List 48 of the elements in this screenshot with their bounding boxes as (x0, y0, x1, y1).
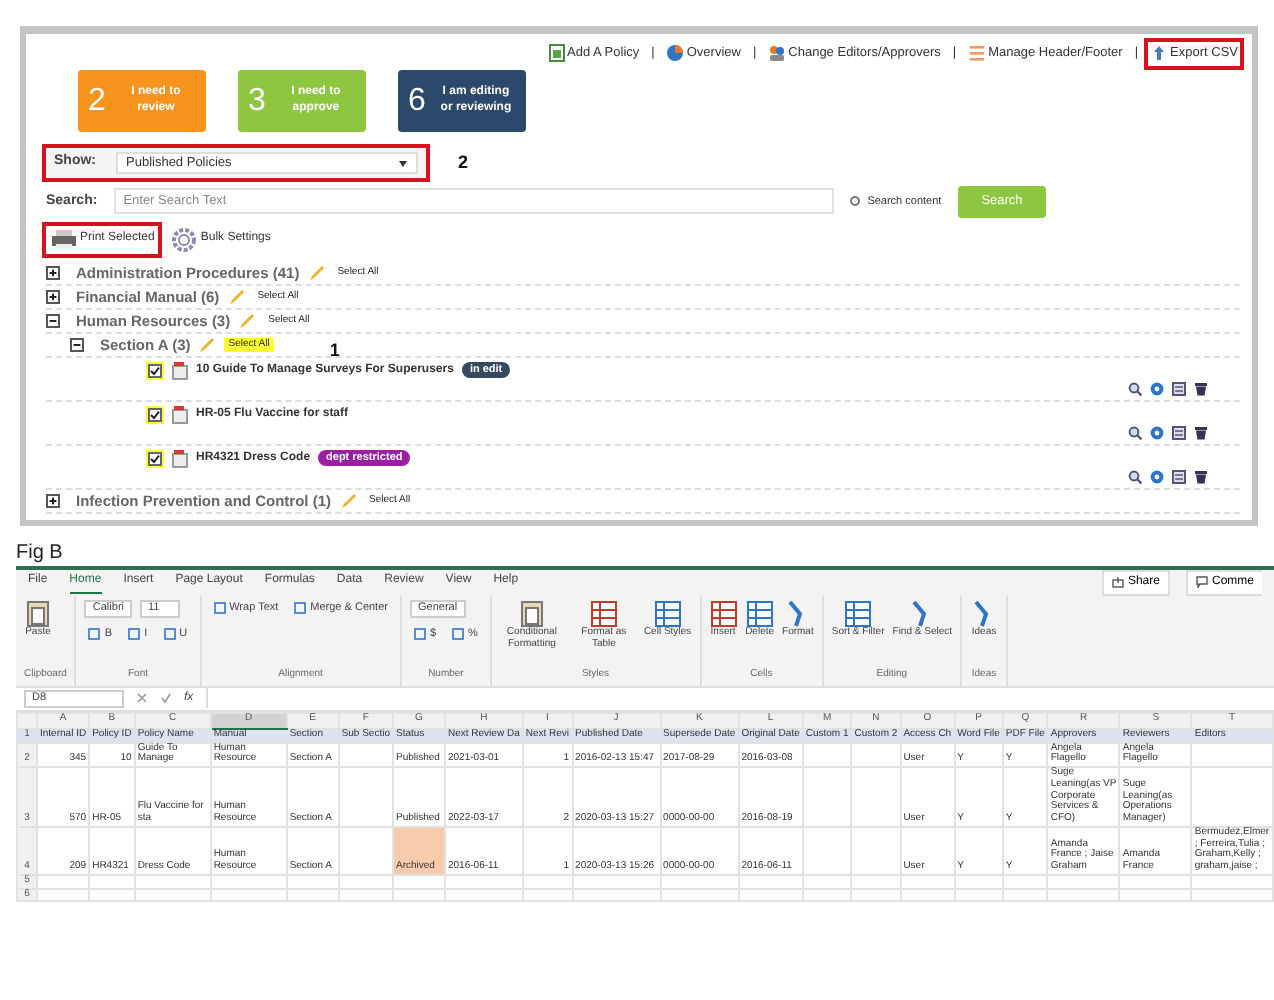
document-icon (172, 405, 188, 424)
callout-number: 2 (458, 149, 469, 176)
share-icon (1111, 576, 1124, 589)
enter-icon[interactable] (160, 692, 172, 705)
search-icon[interactable] (1128, 469, 1142, 484)
expand-icon[interactable] (46, 265, 60, 280)
circle-icon[interactable] (1150, 425, 1164, 440)
expand-icon[interactable] (46, 289, 60, 304)
collapse-icon[interactable] (46, 313, 60, 328)
trash-icon[interactable] (1194, 381, 1208, 396)
collapse-icon[interactable] (70, 337, 84, 352)
cancel-icon[interactable] (136, 692, 148, 705)
command-icon (452, 627, 465, 640)
export-icon (1150, 44, 1169, 63)
trash-icon[interactable] (1194, 425, 1208, 440)
gear-icon (170, 227, 199, 252)
command-icon (413, 627, 426, 640)
circle-icon[interactable] (1150, 469, 1164, 484)
command-icon (213, 601, 226, 614)
document-icon (172, 361, 188, 380)
dropdown-caret-icon (398, 159, 408, 167)
command-icon (163, 627, 176, 640)
comment-icon (1195, 576, 1208, 589)
command-icon (294, 601, 307, 614)
search-icon[interactable] (1128, 425, 1142, 440)
list-icon (968, 44, 987, 63)
command-icon (88, 627, 101, 640)
expand-icon[interactable] (46, 493, 60, 508)
pencil-icon (307, 263, 326, 282)
document-icon[interactable] (1172, 469, 1186, 484)
pencil-icon (198, 335, 217, 354)
document-icon (172, 449, 188, 468)
people-icon (768, 44, 787, 63)
pie-chart-icon (666, 44, 685, 63)
printer-icon (50, 227, 78, 252)
pencil-icon (339, 491, 358, 510)
document-icon[interactable] (1172, 425, 1186, 440)
document-icon[interactable] (1172, 381, 1186, 396)
search-icon[interactable] (1128, 381, 1142, 396)
checked-checkbox[interactable] (146, 449, 164, 468)
circle-icon[interactable] (1150, 381, 1164, 396)
checked-checkbox[interactable] (146, 405, 164, 424)
callout-number: 1 (329, 338, 340, 363)
checked-checkbox[interactable] (146, 361, 164, 380)
search-content-checkbox[interactable] (849, 196, 860, 207)
trash-icon[interactable] (1194, 469, 1208, 484)
add-policy-icon (547, 44, 566, 63)
command-icon (128, 627, 141, 640)
